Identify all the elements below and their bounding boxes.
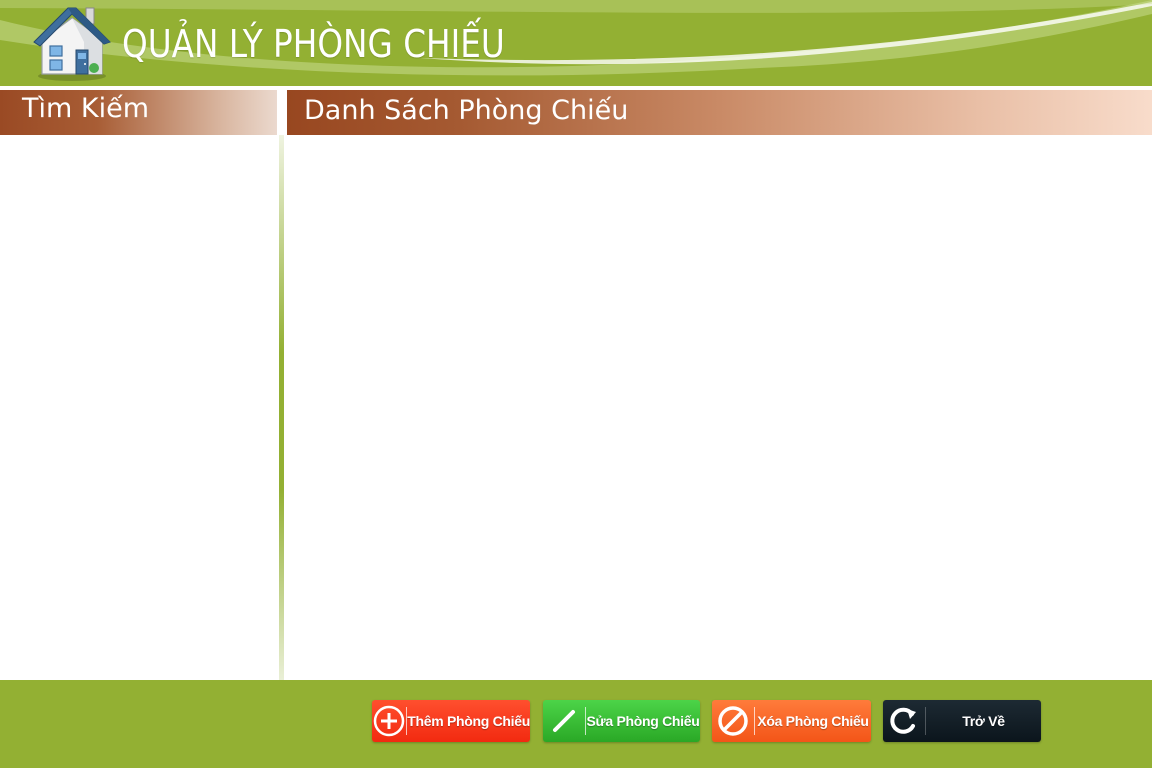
delete-room-label: Xóa Phòng Chiếu [757, 713, 869, 729]
plus-circle-icon [372, 700, 406, 742]
house-icon [33, 7, 111, 81]
add-room-label: Thêm Phòng Chiếu [407, 713, 530, 729]
pencil-icon [543, 700, 585, 742]
back-button[interactable]: Trở Về [883, 700, 1041, 742]
list-panel-title: Danh Sách Phòng Chiếu [304, 95, 629, 126]
refresh-icon [883, 700, 925, 742]
panel-divider [279, 135, 284, 680]
back-label: Trở Về [962, 713, 1005, 729]
app-title: QUẢN LÝ PHÒNG CHIẾU [122, 22, 505, 66]
app-header: QUẢN LÝ PHÒNG CHIẾU [0, 0, 1152, 86]
edit-room-label: Sửa Phòng Chiếu [586, 713, 700, 729]
search-panel-title: Tìm Kiếm [22, 93, 149, 124]
edit-room-button[interactable]: Sửa Phòng Chiếu [543, 700, 700, 742]
delete-room-button[interactable]: Xóa Phòng Chiếu [712, 700, 871, 742]
add-room-button[interactable]: Thêm Phòng Chiếu [372, 700, 530, 742]
room-list-area [287, 135, 1152, 680]
search-panel-body [0, 135, 277, 680]
prohibited-icon [712, 700, 754, 742]
